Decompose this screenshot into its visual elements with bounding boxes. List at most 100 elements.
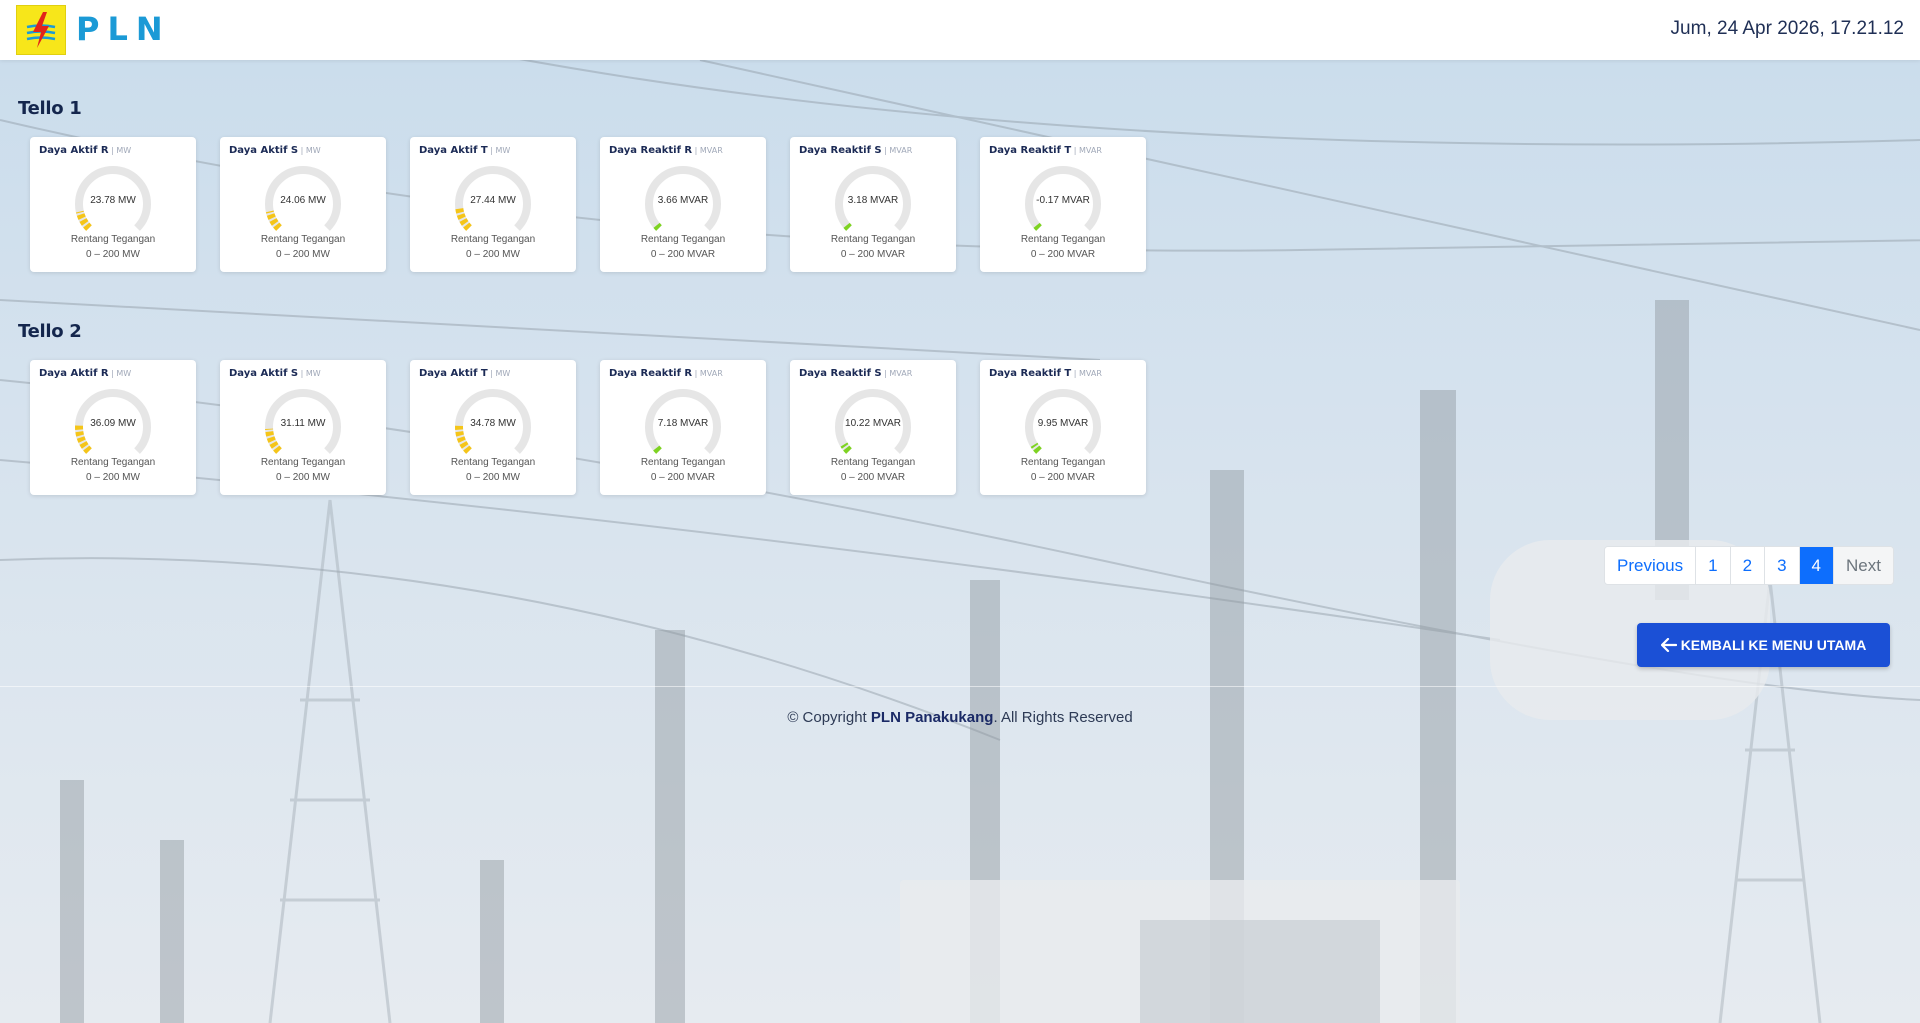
- back-to-main-menu-button[interactable]: KEMBALI KE MENU UTAMA: [1637, 623, 1890, 667]
- gauge-name: Daya Reaktif S: [799, 145, 882, 156]
- gauge-range-label: Rentang Tegangan: [70, 234, 156, 245]
- top-navbar: PLN Jum, 24 Apr 2026, 17.21.12: [0, 0, 1920, 60]
- gauge-unit-separator: |: [487, 146, 496, 155]
- gauge-value: -0.17 MVAR: [1036, 195, 1090, 206]
- pagination-page-1[interactable]: 1: [1695, 547, 1730, 584]
- gauge-unit: MVAR: [699, 369, 723, 378]
- gauge-name: Daya Reaktif T: [989, 368, 1072, 379]
- gauge-unit: MVAR: [699, 146, 723, 155]
- gauge-unit: MVAR: [1079, 146, 1102, 155]
- gauge-range-label: Rentang Tegangan: [830, 457, 916, 468]
- gauge-value-arc: [1033, 222, 1042, 231]
- gauge-value: 9.95 MVAR: [1037, 418, 1089, 429]
- gauge-unit: MVAR: [889, 146, 913, 155]
- footer-suffix: . All Rights Reserved: [993, 709, 1133, 726]
- gauge-range: 0 – 200 MVAR: [1030, 472, 1096, 483]
- gauge-range: 0 – 200 MW: [466, 249, 520, 260]
- gauge-range-label: Rentang Tegangan: [260, 457, 346, 468]
- gauge-title: Daya Aktif T | MW: [419, 145, 510, 156]
- gauge-title: Daya Reaktif T | MVAR: [989, 368, 1102, 379]
- gauge-title: Daya Aktif S | MW: [229, 368, 321, 379]
- pagination-next[interactable]: Next: [1833, 547, 1893, 584]
- gauge-value: 3.66 MVAR: [657, 195, 709, 206]
- section-title-tello-1: Tello 1: [18, 98, 82, 119]
- gauge-name: Daya Aktif R: [39, 368, 109, 379]
- gauge-range: 0 – 200 MVAR: [840, 249, 906, 260]
- gauge-title: Daya Reaktif S | MVAR: [799, 368, 912, 379]
- gauge-range: 0 – 200 MVAR: [650, 472, 716, 483]
- gauge-range-label: Rentang Tegangan: [450, 234, 536, 245]
- footer-copyright: © Copyright PLN Panakukang. All Rights R…: [0, 709, 1920, 726]
- gauge-unit-separator: |: [298, 146, 306, 155]
- lightning-logo-icon: [25, 12, 57, 48]
- gauge-name: Daya Reaktif T: [989, 145, 1072, 156]
- gauge-unit: MW: [116, 146, 132, 155]
- section-title-tello-2: Tello 2: [18, 321, 82, 342]
- gauge-range: 0 – 200 MW: [86, 249, 140, 260]
- gauge-name: Daya Aktif R: [39, 145, 109, 156]
- gauge-value: 36.09 MW: [90, 418, 136, 429]
- gauge-value-arc: [653, 222, 662, 231]
- gauge-range: 0 – 200 MW: [276, 249, 330, 260]
- gauge-range-label: Rentang Tegangan: [1020, 457, 1106, 468]
- gauge-value: 24.06 MW: [280, 195, 326, 206]
- pagination-page-2[interactable]: 2: [1729, 547, 1765, 584]
- gauge-value: 23.78 MW: [90, 195, 136, 206]
- gauge-unit: MVAR: [1079, 369, 1102, 378]
- gauge-unit-separator: |: [487, 369, 496, 378]
- gauge-card: Daya Reaktif R | MVAR 3.66 MVAR Rentang …: [600, 137, 766, 272]
- footer-divider: [0, 686, 1920, 687]
- gauge-value: 34.78 MW: [470, 418, 516, 429]
- gauge-card: Daya Aktif T | MW 27.44 MW Rentang Tegan…: [410, 137, 576, 272]
- pagination-page-3[interactable]: 3: [1764, 547, 1799, 584]
- gauge-value-arc: [843, 222, 852, 231]
- gauge-value: 31.11 MW: [280, 418, 326, 429]
- footer-prefix: © Copyright: [787, 709, 871, 726]
- gauge-value: 10.22 MVAR: [845, 418, 901, 429]
- pln-logo[interactable]: [16, 5, 66, 55]
- gauge-title: Daya Aktif R | MW: [39, 368, 131, 379]
- gauge-title: Daya Aktif T | MW: [419, 368, 510, 379]
- gauge-title: Daya Reaktif R | MVAR: [609, 145, 723, 156]
- gauge-unit-separator: |: [692, 146, 700, 155]
- gauge-name: Daya Reaktif S: [799, 368, 882, 379]
- gauge-name: Daya Reaktif R: [609, 368, 693, 379]
- gauge-range: 0 – 200 MVAR: [1030, 249, 1096, 260]
- gauge-card: Daya Aktif S | MW 31.11 MW Rentang Tegan…: [220, 360, 386, 495]
- gauge-range-label: Rentang Tegangan: [260, 234, 346, 245]
- gauge-range-label: Rentang Tegangan: [70, 457, 156, 468]
- gauge-range-label: Rentang Tegangan: [1020, 234, 1106, 245]
- brand-name: PLN: [76, 10, 171, 48]
- gauge-unit: MW: [116, 369, 132, 378]
- gauge-card: Daya Reaktif T | MVAR 9.95 MVAR Rentang …: [980, 360, 1146, 495]
- gauge-unit-separator: |: [1071, 146, 1080, 155]
- gauge-unit: MW: [305, 369, 321, 378]
- gauge-card: Daya Reaktif R | MVAR 7.18 MVAR Rentang …: [600, 360, 766, 495]
- gauge-name: Daya Reaktif R: [609, 145, 693, 156]
- pagination-previous[interactable]: Previous: [1605, 547, 1696, 584]
- arrow-left-icon: [1660, 638, 1677, 652]
- back-button-label: KEMBALI KE MENU UTAMA: [1680, 637, 1867, 653]
- gauge-unit-separator: |: [298, 369, 306, 378]
- pagination-page-4[interactable]: 4: [1798, 547, 1834, 584]
- gauge-title: Daya Aktif R | MW: [39, 145, 131, 156]
- gauge-card: Daya Aktif R | MW 36.09 MW Rentang Tegan…: [30, 360, 196, 495]
- pagination: Previous 1 2 3 4 Next: [1604, 546, 1894, 585]
- gauge-value: 3.18 MVAR: [847, 195, 899, 206]
- gauge-range-label: Rentang Tegangan: [830, 234, 916, 245]
- gauge-range: 0 – 200 MVAR: [840, 472, 906, 483]
- gauge-name: Daya Aktif S: [229, 145, 299, 156]
- gauge-grid-tello-1: Daya Aktif R | MW 23.78 MW Rentang Tegan…: [30, 137, 1146, 272]
- gauge-range-label: Rentang Tegangan: [640, 457, 726, 468]
- gauge-title: Daya Aktif S | MW: [229, 145, 321, 156]
- gauge-grid-tello-2: Daya Aktif R | MW 36.09 MW Rentang Tegan…: [30, 360, 1146, 495]
- gauge-unit: MW: [495, 369, 511, 378]
- gauge-range: 0 – 200 MW: [86, 472, 140, 483]
- gauge-range: 0 – 200 MW: [276, 472, 330, 483]
- gauge-range-label: Rentang Tegangan: [450, 457, 536, 468]
- gauge-unit: MVAR: [889, 369, 913, 378]
- gauge-name: Daya Aktif T: [419, 368, 488, 379]
- gauge-range: 0 – 200 MVAR: [650, 249, 716, 260]
- gauge-unit-separator: |: [1071, 369, 1080, 378]
- gauge-card: Daya Reaktif S | MVAR 10.22 MVAR Rentang…: [790, 360, 956, 495]
